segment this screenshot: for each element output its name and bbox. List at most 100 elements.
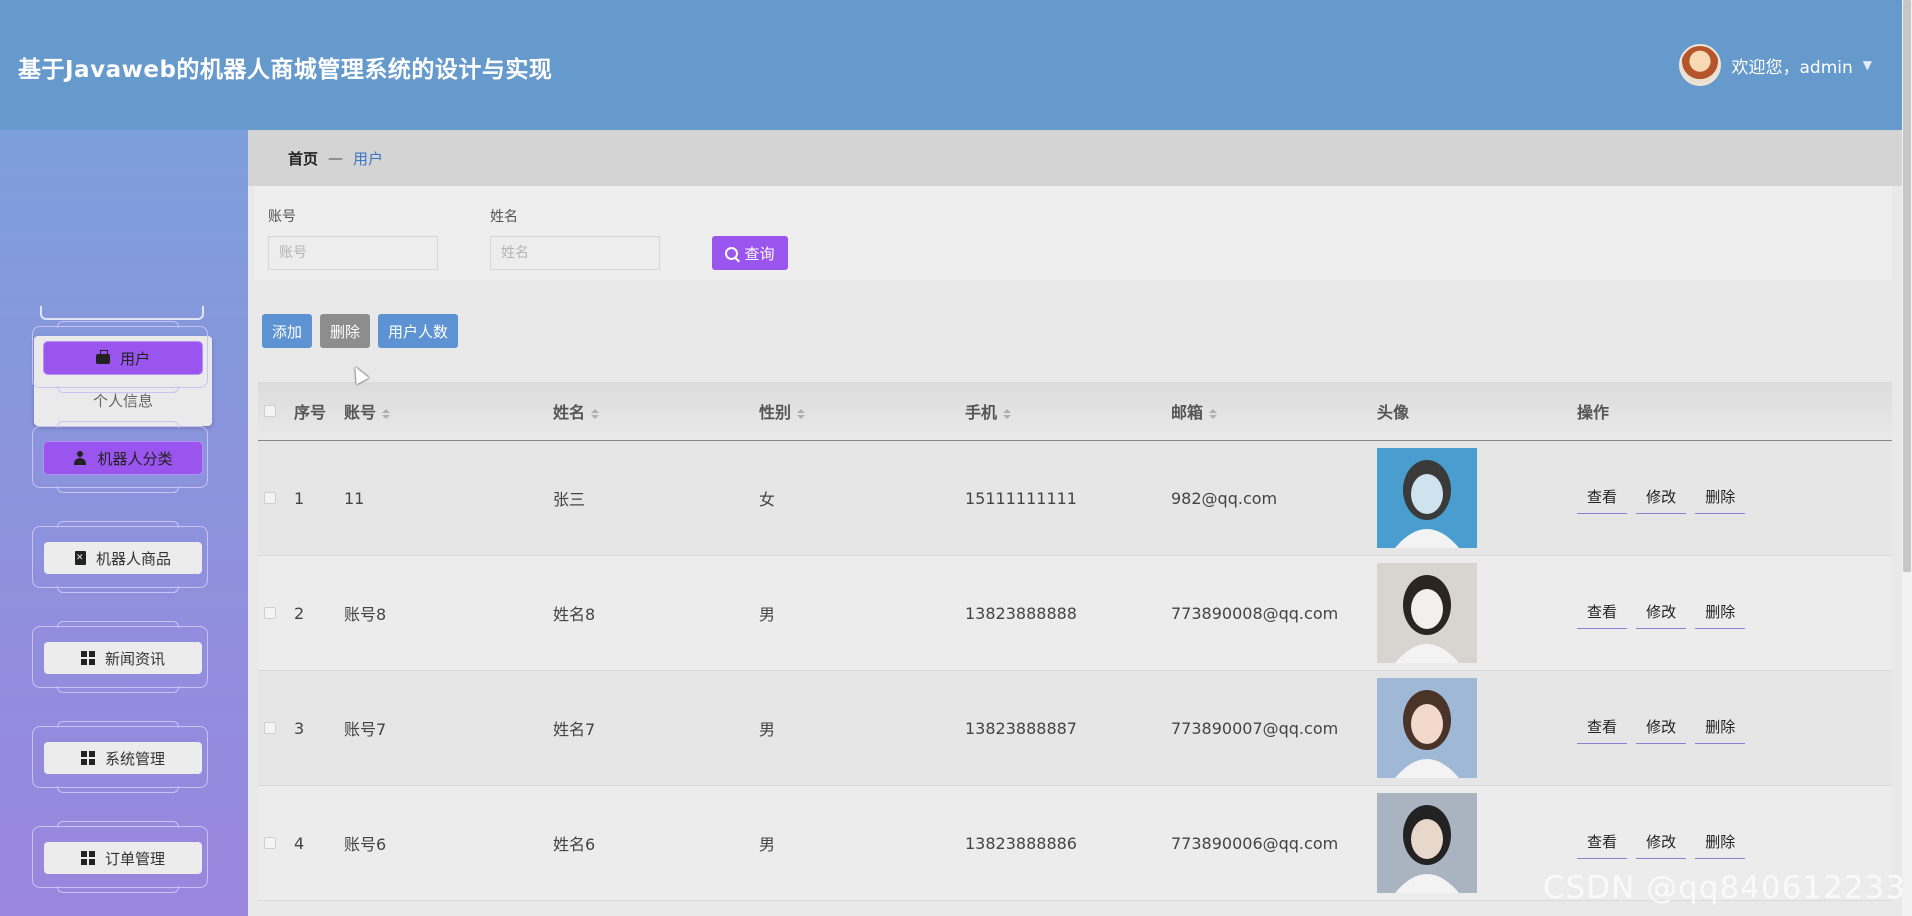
cell-account: 11 [344,488,365,508]
edit-button[interactable]: 修改 [1636,712,1687,744]
cell-ops: 查看 修改 删除 [1577,827,1892,859]
row-checkbox[interactable] [264,836,276,849]
cell-gender: 男 [759,835,776,854]
select-all-cell [258,402,294,421]
account-field: 账号 [268,206,438,270]
sidebar-item-system[interactable]: 系统管理 [44,742,202,774]
account-input[interactable] [268,236,438,270]
delete-button[interactable]: 删除 [1695,482,1746,514]
cell-phone: 15111111111 [965,488,1077,508]
header-label: 邮箱 [1171,403,1204,422]
header-label: 手机 [965,403,998,422]
view-button[interactable]: 查看 [1577,597,1628,629]
sort-icon[interactable] [1209,408,1218,419]
cell-gender: 男 [759,605,776,624]
cell-phone: 13823888886 [965,833,1077,853]
cell-phone: 13823888887 [965,718,1077,738]
cell-gender: 女 [759,490,776,509]
sidebar-item-frame: 系统管理 [32,721,208,793]
query-button[interactable]: 查询 [712,236,788,270]
cell-ops: 查看 修改 删除 [1577,482,1892,514]
header-phone[interactable]: 手机 [965,399,1171,423]
edit-button[interactable]: 修改 [1636,482,1687,514]
sidebar-item-users[interactable]: 用户 [44,342,202,374]
sort-icon[interactable] [1003,408,1012,419]
sidebar-item-label: 用户 [119,349,150,368]
delete-button[interactable]: 删除 [1695,597,1746,629]
avatar-photo[interactable] [1377,793,1477,893]
action-toolbar: 添加 删除 用户人数 [262,314,459,348]
cell-photo [1377,563,1577,663]
header-name[interactable]: 姓名 [553,399,759,423]
cell-index: 1 [294,488,305,508]
sidebar-item-label: 系统管理 [104,749,165,768]
grid-icon [80,751,95,765]
page-scroll-thumb[interactable] [1903,0,1911,572]
search-panel: 账号 姓名 查询 [254,186,1892,280]
row-checkbox[interactable] [264,606,276,619]
sidebar-item-robot-products[interactable]: 机器人商品 [44,542,202,574]
top-header: 基于Javaweb的机器人商城管理系统的设计与实现 欢迎您，admin ▼ [0,0,1902,130]
cell-index: 3 [294,718,305,738]
cell-index: 2 [294,603,305,623]
cell-name: 张三 [553,490,586,509]
welcome-text[interactable]: 欢迎您，admin [1731,53,1852,78]
cell-account: 账号6 [344,835,387,854]
page-scrollbar[interactable] [1902,0,1912,916]
delete-button[interactable]: 删除 [1695,712,1746,744]
batch-delete-button[interactable]: 删除 [320,314,371,348]
header-email[interactable]: 邮箱 [1171,399,1377,423]
user-menu[interactable]: 欢迎您，admin ▼ [1679,44,1872,86]
user-count-button[interactable]: 用户人数 [378,314,459,348]
row-select-cell [258,834,294,853]
sort-icon[interactable] [382,408,391,419]
sort-icon[interactable] [591,408,600,419]
name-field: 姓名 [490,206,660,270]
cell-account: 账号7 [344,720,387,739]
cell-index: 4 [294,833,305,853]
select-all-checkbox[interactable] [264,404,276,417]
edit-button[interactable]: 修改 [1636,827,1687,859]
user-avatar-icon[interactable] [1679,44,1722,86]
sidebar-item-frame: 新闻资讯 [32,621,208,693]
breadcrumb-separator: — [328,149,344,167]
sidebar-item-robot-category[interactable]: 机器人分类 [44,442,202,474]
row-checkbox[interactable] [264,721,276,734]
cell-photo [1377,448,1577,548]
row-select-cell [258,604,294,623]
name-input[interactable] [490,236,660,270]
submenu-frame-edge [40,306,204,320]
header-account[interactable]: 账号 [344,399,553,423]
breadcrumb-current: 用户 [353,149,384,168]
breadcrumb-home[interactable]: 首页 [288,148,318,169]
avatar-photo[interactable] [1377,678,1477,778]
sidebar-item-label: 新闻资讯 [104,649,165,668]
avatar-photo[interactable] [1377,563,1477,663]
cell-ops: 查看 修改 删除 [1577,597,1892,629]
edit-button[interactable]: 修改 [1636,597,1687,629]
cell-account: 账号8 [344,605,387,624]
sidebar-item-frame: 机器人商品 [32,521,208,593]
user-table: 序号 账号 姓名 性别 手机 邮箱 头像 操作 1 11 张三 女 151111… [258,382,1892,901]
header-label: 账号 [344,403,377,422]
cell-ops: 查看 修改 删除 [1577,712,1892,744]
sort-icon[interactable] [797,408,806,419]
sidebar-item-orders[interactable]: 订单管理 [44,842,202,874]
sidebar-item-label: 机器人分类 [97,449,173,468]
sidebar-item-frame: 机器人分类 [32,421,208,493]
delete-button[interactable]: 删除 [1695,827,1746,859]
sidebar-item-news[interactable]: 新闻资讯 [44,642,202,674]
avatar-photo[interactable] [1377,448,1477,548]
header-index: 序号 [294,403,327,422]
caret-down-icon[interactable]: ▼ [1863,58,1872,72]
account-label: 账号 [268,209,296,225]
header-gender[interactable]: 性别 [759,399,965,423]
add-button[interactable]: 添加 [262,314,313,348]
app-title: 基于Javaweb的机器人商城管理系统的设计与实现 [18,57,553,83]
view-button[interactable]: 查看 [1577,827,1628,859]
view-button[interactable]: 查看 [1577,712,1628,744]
grid-icon [80,651,95,665]
cell-name: 姓名7 [553,720,596,739]
row-checkbox[interactable] [264,491,276,504]
view-button[interactable]: 查看 [1577,482,1628,514]
